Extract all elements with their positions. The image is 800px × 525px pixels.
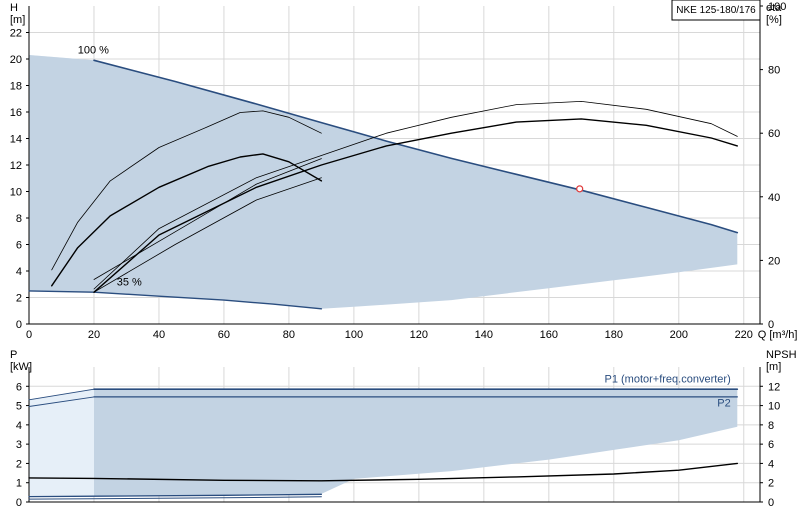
panel0-y-right-tick-label: 60 [768, 128, 780, 140]
panel0-x-tick-label: 20 [88, 329, 100, 341]
panel1-y-tick-label: 3 [16, 439, 22, 451]
panel0-y-label-left: H [10, 2, 18, 14]
panel0-x-tick-label: 120 [410, 329, 428, 341]
panel1-y-right-tick-label: 4 [768, 458, 774, 470]
panel0-y-tick-label: 22 [10, 28, 22, 40]
panel1-y-right-tick-label: 0 [768, 497, 774, 509]
panel0-x-tick-label: 0 [26, 329, 32, 341]
panel1-annotation: P1 (motor+freq.converter) [605, 373, 731, 385]
panel1-y-tick-label: 6 [16, 381, 22, 393]
panel0-y-tick-label: 4 [16, 266, 22, 278]
panel0-annotation: 100 % [78, 45, 109, 57]
panel0-y-label-left: [m] [10, 14, 25, 26]
panel0-x-tick-label: 200 [670, 329, 688, 341]
panel0-y-right-tick-label: 40 [768, 192, 780, 204]
panel1-y-right-tick-label: 8 [768, 420, 774, 432]
panel0-y-label-right: [%] [766, 14, 782, 26]
panel0-y-tick-label: 16 [10, 107, 22, 119]
panel0-annotation: 35 % [117, 277, 142, 289]
panel1-y-right-tick-label: 12 [768, 381, 780, 393]
panel0-y-tick-label: 8 [16, 213, 22, 225]
panel1-y-right-tick-label: 10 [768, 401, 780, 413]
panel1-y-tick-label: 1 [16, 478, 22, 490]
panel0-x-tick-label: 160 [540, 329, 558, 341]
panel1-y-tick-label: 0 [16, 497, 22, 509]
panel0-y-tick-label: 2 [16, 293, 22, 305]
panel1-y-tick-label: 5 [16, 401, 22, 413]
panel1-y-tick-label: 4 [16, 420, 22, 432]
panel0-y-tick-label: 12 [10, 160, 22, 172]
panel0-y-tick-label: 18 [10, 81, 22, 93]
operating-point [576, 185, 584, 193]
panel1-y-right-tick-label: 6 [768, 439, 774, 451]
panel0-x-tick-label: 100 [345, 329, 363, 341]
panel0-y-tick-label: 14 [10, 134, 22, 146]
panel0-x-tick-label: 60 [218, 329, 230, 341]
panel1-y-label-left: P [10, 349, 17, 361]
panel1-y-right-tick-label: 2 [768, 478, 774, 490]
panel1-y-tick-label: 2 [16, 458, 22, 470]
panel1-y-label-right: [m] [766, 361, 781, 373]
panel0-y-tick-label: 0 [16, 319, 22, 331]
panel0-x-tick-label: 220 [735, 329, 753, 341]
panel0-y-tick-label: 6 [16, 240, 22, 252]
panel0-y-label-right: eta [766, 2, 782, 14]
panel0-y-right-tick-label: 80 [768, 65, 780, 77]
chart-title: NKE 125-180/176 [676, 5, 756, 16]
panel0-x-axis-label: Q [m³/h] [758, 329, 798, 341]
panel1-y-label-right: NPSH [766, 349, 797, 361]
panel0-x-tick-label: 80 [283, 329, 295, 341]
chart-svg: 0246810121416182022020406080100H[m]eta[%… [0, 0, 800, 520]
panel0-y-tick-label: 10 [10, 187, 22, 199]
panel0-x-tick-label: 180 [605, 329, 623, 341]
panel0-x-tick-label: 40 [153, 329, 165, 341]
panel0-y-right-tick-label: 20 [768, 255, 780, 267]
panel1-y-label-left: [kW] [10, 361, 32, 373]
panel0-x-tick-label: 140 [475, 329, 493, 341]
panel1-annotation: P2 [717, 398, 730, 410]
pump-performance-chart: 0 2 4 6 8 10 12 14 16 18 20 22 0 20 40 60 80 100 H [m] eta [%… [0, 0, 800, 520]
panel0-y-tick-label: 20 [10, 54, 22, 66]
